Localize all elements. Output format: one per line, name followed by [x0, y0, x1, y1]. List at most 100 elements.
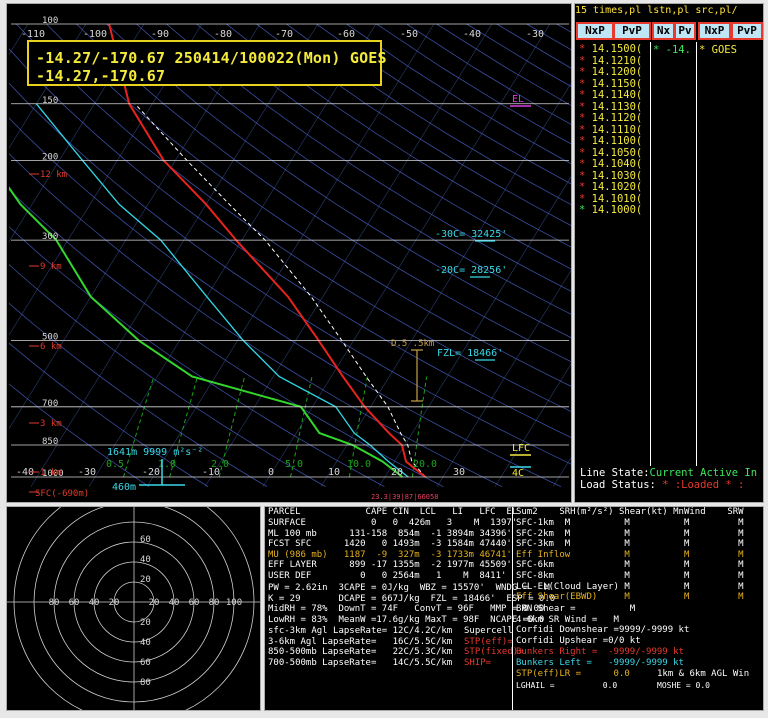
time-status-marker: * — [579, 204, 592, 216]
dry-adiabat — [496, 24, 571, 69]
load-status-label: Load Status: — [580, 479, 656, 491]
dry-adiabat — [9, 226, 385, 487]
line-state: Line State:Current Active In — [580, 467, 757, 479]
parcel-trace — [134, 103, 426, 478]
time-label: 14.1020( — [591, 181, 643, 193]
mixing-ratio-label: 1.0 — [158, 459, 176, 470]
isotherm — [436, 269, 571, 487]
isotherm — [146, 24, 435, 487]
source-extra: * -14. — [653, 44, 691, 56]
top-temperature-tick: -40 — [463, 29, 481, 40]
isotherm — [9, 24, 261, 430]
pressure-tick: 150 — [42, 96, 58, 106]
hodograph-left-label: 60 — [69, 598, 80, 608]
parcel-header: PARCEL CAPE CIN LCL LI LFC EL — [268, 507, 518, 517]
hodograph-left-label: 20 — [109, 598, 120, 608]
height-label: 3 km — [40, 419, 62, 429]
lapse-tags-row: STP(fixed)= — [464, 647, 524, 658]
dry-adiabat — [9, 383, 150, 487]
dry-adiabat — [9, 82, 571, 465]
time-label: 14.1150( — [591, 77, 643, 90]
storm-inflow-label: 1641m 9999 m²s⁻² — [107, 447, 203, 458]
time-status-marker: * — [579, 66, 592, 78]
misc-row: BRN Shear = M — [516, 604, 636, 614]
time-label: 14.1100( — [591, 135, 643, 147]
sounding-footer: 23.3|39|87|66058 — [371, 493, 438, 501]
hodograph-right-label: 60 — [189, 598, 200, 608]
shear-header: Sum2 SRH(m²/s²) Shear(kt) MnWind SRW — [516, 507, 744, 517]
surface-height-label: SFC(-690m) — [35, 489, 89, 499]
mixing-ratio-label: 0.5 — [106, 459, 124, 470]
hodograph-ring-label: 40 — [140, 638, 151, 648]
dry-adiabat — [556, 24, 571, 33]
location-title: -14.27/-170.67 250414/100022(Mon) GOES — [36, 49, 387, 67]
height-label: 9 km — [40, 262, 62, 272]
parcel-table: SURFACE 0 0 426m 3 M 1397' ML 100 mb 131-… — [268, 518, 517, 582]
moshe: MOSHE = 0.0 — [657, 681, 710, 690]
hodograph-right-label: 80 — [209, 598, 220, 608]
height-label: 1 km — [40, 468, 62, 478]
top-temperature-tick: -70 — [275, 29, 293, 40]
downdraft-label: D.5 .5km — [391, 339, 434, 349]
height-label: 12 km — [40, 170, 67, 180]
top-temperature-tick: -80 — [214, 29, 232, 40]
misc-row: Corfidi Downshear =9999/-9999 kt — [516, 625, 690, 636]
isotherm — [88, 24, 377, 487]
top-temperature-tick: -110 — [21, 29, 45, 40]
isotherm — [320, 82, 571, 487]
pvp-button-3[interactable]: PvP — [731, 22, 763, 40]
time-status-marker: * — [579, 100, 592, 113]
nxp-button-3[interactable]: NxP — [698, 22, 731, 40]
pvp-button-1[interactable]: PvP — [613, 22, 651, 40]
top-temperature-tick: -50 — [400, 29, 418, 40]
time-label: 14.1040( — [591, 158, 643, 170]
hodograph-right-label: 100 — [226, 598, 242, 608]
parcel-row: MU (986 mb) 1187 -9 327m -3 1733m 46741' — [268, 549, 512, 560]
bottom-temperature-tick: 20 — [391, 467, 403, 478]
nx-button-2[interactable]: Nx — [652, 22, 675, 40]
list-header: 15 times,pl lstn,pl src,pl/ — [575, 5, 738, 16]
pressure-tick: 300 — [42, 232, 58, 242]
dry-adiabat — [16, 24, 571, 412]
misc-table: BRN Shear = M 4-6km SR Wind = M Corfidi Do… — [516, 604, 689, 646]
pressure-tick: 850 — [42, 437, 58, 447]
source-goes: * GOES — [699, 44, 737, 56]
time-list-item[interactable]: * 14.1000( — [579, 204, 642, 217]
nxp-button-1[interactable]: NxP — [576, 22, 614, 40]
time-status-marker: * — [579, 192, 592, 205]
hodograph-left-label: 80 — [49, 598, 60, 608]
time-status-marker: * — [579, 77, 592, 90]
pv-button-2[interactable]: Pv — [674, 22, 696, 40]
load-status-value: * :Loaded * : — [655, 479, 745, 491]
time-label: 14.1210( — [591, 54, 643, 67]
skewt-panel[interactable]: 100 150 200 300 500 700 850 1000 -110 -100 -90 -80-… — [6, 3, 572, 503]
time-status-marker: * — [579, 135, 592, 147]
el-label: EL — [512, 94, 524, 105]
isotherm — [9, 24, 29, 55]
dry-adiabat — [9, 48, 571, 438]
shear-row: Eff Shear(EBWD) M M M — [516, 592, 744, 603]
top-temperature-tick: -100 — [83, 29, 107, 40]
parcel-row: FCST SFC 1420 0 1493m -3 1584m 47440' — [268, 539, 512, 550]
dry-adiabat — [376, 24, 571, 145]
misc-row: Corfidi Upshear =0/0 kt — [516, 635, 641, 646]
location-coords: -14.27,-170.67 — [36, 67, 166, 85]
mixing-ratio-label: 5.0 — [285, 459, 303, 470]
shear-row: SFC-1km M M M M — [516, 518, 744, 528]
shear-row: SFC-2km M M M M — [516, 528, 744, 539]
mixing-ratio-label: 10.0 — [347, 459, 371, 470]
dry-adiabat — [9, 342, 209, 487]
time-list[interactable]: * 14.1500(* 14.1210(* 14.1200(* 14.1150(… — [579, 43, 643, 217]
mixing-ratio-label: 2.0 — [211, 459, 229, 470]
table-divider — [512, 507, 513, 710]
time-status-marker: * — [579, 112, 592, 124]
isotherm — [552, 457, 571, 487]
bottom-temperature-tick: -30 — [78, 467, 96, 478]
lapse-tags-row: SHIP= — [464, 657, 492, 668]
inflow-base-label: 460m — [112, 482, 136, 493]
line-state-label: Line State: — [580, 467, 650, 479]
time-status-marker: * — [579, 146, 592, 159]
shear-row: SFC-3km M M M M — [516, 539, 744, 550]
line-state-value: Current Active In — [649, 467, 758, 479]
hodograph-panel[interactable]: 60 40 20 20 40 60 80 80 60 40 20 20 40 60 80 100 — [6, 506, 261, 711]
